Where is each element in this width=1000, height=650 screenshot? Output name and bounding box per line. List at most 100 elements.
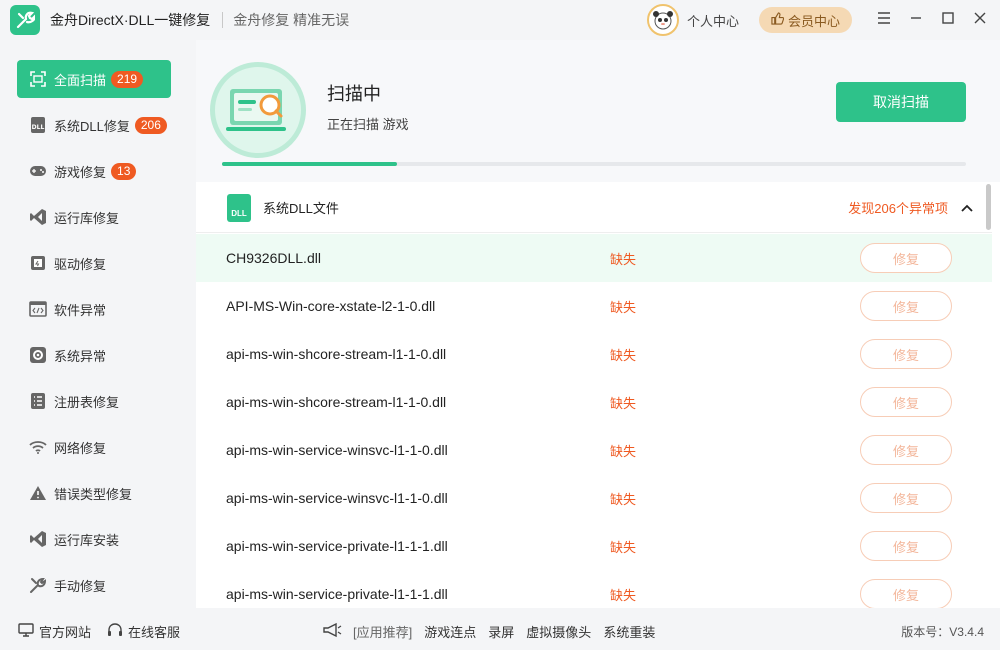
scrollbar-thumb[interactable] — [986, 184, 991, 230]
avatar[interactable] — [647, 4, 679, 36]
minimize-button[interactable] — [900, 0, 932, 40]
sidebar-item-network-repair[interactable]: 网络修复 — [17, 428, 171, 466]
file-name: api-ms-win-shcore-stream-l1-1-0.dll — [226, 394, 446, 410]
cancel-scan-button[interactable]: 取消扫描 — [836, 82, 966, 122]
bottom-bar: 官方网站 在线客服 [应用推荐] 游戏连点 录屏 虚拟摄像头 系统重装 版本号：… — [0, 612, 1000, 650]
sidebar-item-label: 驱动修复 — [54, 254, 106, 273]
file-name: api-ms-win-service-private-l1-1-1.dll — [226, 586, 448, 602]
sidebar-item-runtime-repair[interactable]: 运行库修复 — [17, 198, 171, 236]
personal-center-link[interactable]: 个人中心 — [687, 11, 739, 30]
minimize-icon — [910, 11, 922, 29]
sidebar-item-software-error[interactable]: 软件异常 — [17, 290, 171, 328]
count-badge: 206 — [135, 117, 167, 134]
sidebar-item-label: 全面扫描 — [54, 70, 106, 89]
close-button[interactable] — [964, 0, 996, 40]
svg-text:DLL: DLL — [32, 124, 45, 131]
menu-button[interactable] — [868, 0, 900, 40]
sidebar-item-label: 游戏修复 — [54, 162, 106, 181]
megaphone-icon — [322, 622, 342, 641]
file-name: api-ms-win-service-winsvc-l1-1-0.dll — [226, 490, 448, 506]
main-panel: 扫描中 正在扫描 游戏 取消扫描 DLL 系统DLL文件 发现206个异常项 C… — [196, 40, 1000, 608]
sidebar-item-registry-repair[interactable]: 注册表修复 — [17, 382, 171, 420]
driver-icon — [29, 254, 47, 272]
sidebar-item-system-error[interactable]: 系统异常 — [17, 336, 171, 374]
version-label: 版本号：V3.4.4 — [901, 623, 984, 640]
fix-button[interactable]: 修复 — [860, 339, 952, 369]
official-site-link[interactable]: 官方网站 — [18, 622, 91, 641]
file-name: api-ms-win-shcore-stream-l1-1-0.dll — [226, 346, 446, 362]
dll-section-header[interactable]: DLL 系统DLL文件 发现206个异常项 — [196, 183, 992, 233]
sidebar-item-label: 注册表修复 — [54, 392, 119, 411]
gear-icon — [29, 346, 47, 364]
status-text: 缺失 — [610, 249, 636, 268]
wrench-icon — [29, 576, 47, 594]
sidebar-item-system-dll[interactable]: DLL 系统DLL修复 206 — [17, 106, 171, 144]
title-divider — [222, 12, 223, 28]
recommend-label: [应用推荐] — [353, 622, 412, 641]
link-virtual-camera[interactable]: 虚拟摄像头 — [526, 622, 591, 641]
dll-icon: DLL — [29, 116, 47, 134]
chevron-up-icon[interactable] — [960, 200, 974, 218]
scan-progress-bar — [222, 162, 966, 166]
sidebar-item-label: 手动修复 — [54, 576, 106, 595]
fix-button[interactable]: 修复 — [860, 387, 952, 417]
visual-studio-icon — [29, 208, 47, 226]
sidebar-item-runtime-install[interactable]: 运行库安装 — [17, 520, 171, 558]
online-service-label: 在线客服 — [128, 622, 180, 641]
vip-center-button[interactable]: 会员中心 — [759, 7, 852, 33]
scan-icon — [29, 70, 47, 88]
sidebar: 全面扫描 219 DLL 系统DLL修复 206 游戏修复 13 运行库修复 驱… — [0, 40, 188, 608]
sidebar-item-label: 系统DLL修复 — [54, 116, 130, 135]
table-row: api-ms-win-service-winsvc-l1-1-0.dll 缺失 … — [196, 474, 992, 522]
link-screen-recorder[interactable]: 录屏 — [488, 622, 514, 641]
section-title: 系统DLL文件 — [263, 198, 339, 217]
file-name: API-MS-Win-core-xstate-l2-1-0.dll — [226, 298, 435, 314]
sidebar-item-label: 运行库修复 — [54, 208, 119, 227]
dll-file-icon: DLL — [227, 194, 251, 222]
sidebar-item-game-repair[interactable]: 游戏修复 13 — [17, 152, 171, 190]
file-name: api-ms-win-service-winsvc-l1-1-0.dll — [226, 442, 448, 458]
wifi-icon — [29, 438, 47, 456]
app-recommend: [应用推荐] — [322, 622, 412, 641]
scan-illustration-icon — [210, 62, 306, 158]
maximize-icon — [942, 11, 954, 29]
app-title: 金舟DirectX·DLL一键修复 — [50, 10, 210, 30]
sidebar-item-label: 网络修复 — [54, 438, 106, 457]
issue-count: 发现206个异常项 — [848, 198, 948, 217]
link-system-reinstall[interactable]: 系统重装 — [603, 622, 655, 641]
online-service-link[interactable]: 在线客服 — [107, 622, 180, 641]
title-bar: 金舟DirectX·DLL一键修复 金舟修复 精准无误 个人中心 会员中心 — [0, 0, 1000, 40]
list-icon — [29, 392, 47, 410]
status-text: 缺失 — [610, 585, 636, 604]
headset-icon — [107, 622, 123, 641]
fix-button[interactable]: 修复 — [860, 483, 952, 513]
file-name: CH9326DLL.dll — [226, 250, 321, 266]
maximize-button[interactable] — [932, 0, 964, 40]
sidebar-item-label: 系统异常 — [54, 346, 106, 365]
fix-button[interactable]: 修复 — [860, 243, 952, 273]
table-row: API-MS-Win-core-xstate-l2-1-0.dll 缺失 修复 — [196, 282, 992, 330]
status-text: 缺失 — [610, 345, 636, 364]
warning-icon — [29, 484, 47, 502]
status-text: 缺失 — [610, 537, 636, 556]
sidebar-item-error-type-repair[interactable]: 错误类型修复 — [17, 474, 171, 512]
sidebar-item-label: 运行库安装 — [54, 530, 119, 549]
monitor-icon — [18, 623, 34, 640]
visual-studio-icon — [29, 530, 47, 548]
official-site-label: 官方网站 — [39, 622, 91, 641]
close-icon — [974, 11, 986, 29]
sidebar-item-label: 错误类型修复 — [54, 484, 132, 503]
fix-button[interactable]: 修复 — [860, 435, 952, 465]
scan-header: 扫描中 正在扫描 游戏 取消扫描 — [196, 40, 1000, 182]
status-text: 缺失 — [610, 441, 636, 460]
gamepad-icon — [29, 162, 47, 180]
fix-button[interactable]: 修复 — [860, 291, 952, 321]
sidebar-item-driver-repair[interactable]: 驱动修复 — [17, 244, 171, 282]
fix-button[interactable]: 修复 — [860, 579, 952, 608]
sidebar-item-full-scan[interactable]: 全面扫描 219 — [17, 60, 171, 98]
fix-button[interactable]: 修复 — [860, 531, 952, 561]
link-game-clicker[interactable]: 游戏连点 — [424, 622, 476, 641]
thumbs-up-icon — [771, 12, 784, 28]
sidebar-item-manual-repair[interactable]: 手动修复 — [17, 566, 171, 604]
app-logo-icon — [10, 5, 40, 35]
